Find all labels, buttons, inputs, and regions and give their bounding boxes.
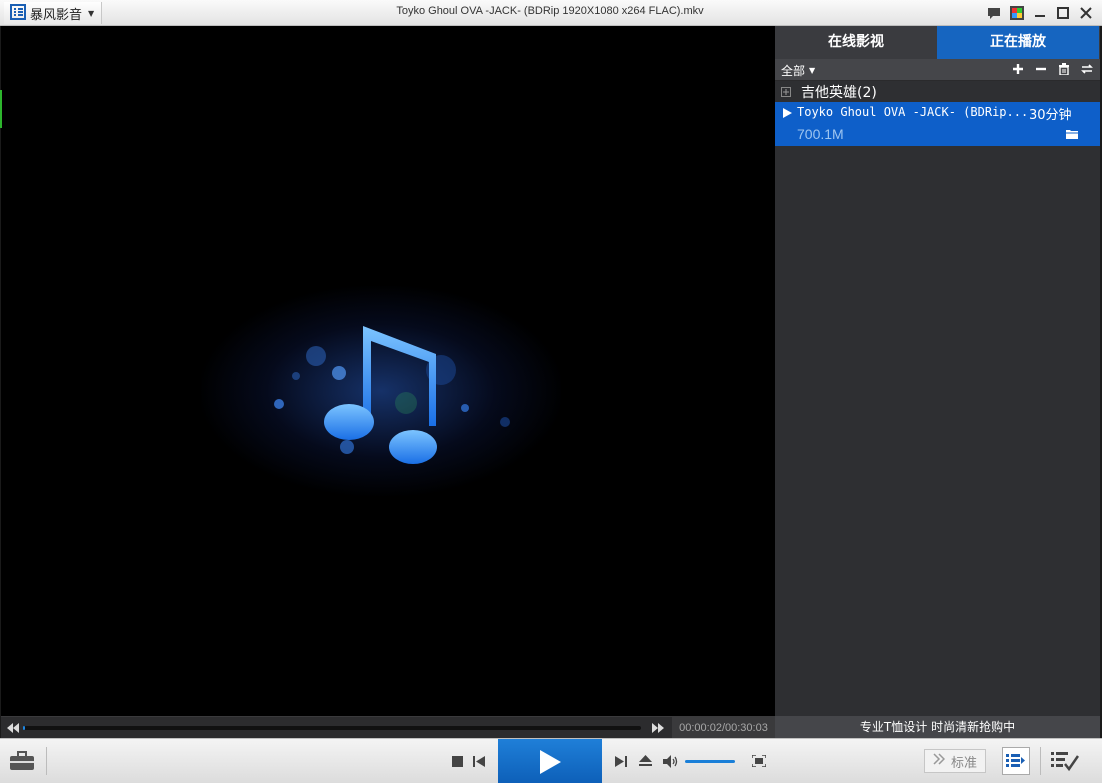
progress-track[interactable]: [23, 726, 641, 730]
control-bar: 标准: [0, 738, 1102, 783]
open-folder-icon[interactable]: [1065, 128, 1079, 140]
maximize-icon[interactable]: [1055, 5, 1071, 21]
video-display[interactable]: [1, 26, 775, 716]
edge-indicator: [0, 90, 2, 128]
play-button[interactable]: [498, 739, 602, 783]
music-note-icon: [274, 326, 510, 464]
filter-label: 全部: [781, 64, 806, 78]
close-icon[interactable]: [1078, 5, 1094, 21]
volume-icon[interactable]: [662, 753, 680, 769]
ad-banner[interactable]: 专业T恤设计 时尚清新抢购中: [775, 716, 1100, 738]
rewind-icon[interactable]: [6, 721, 20, 735]
divider: [46, 747, 47, 775]
playlist-panel: 在线影视 正在播放 全部 ▼ 吉他英雄(2) Toyko Ghoul OVA -…: [775, 26, 1100, 738]
app-logo-icon: [10, 3, 26, 23]
item-size: 700.1M: [797, 126, 844, 142]
trash-icon[interactable]: [1057, 61, 1071, 77]
now-playing-icon: [783, 108, 792, 118]
quality-label: 标准: [950, 755, 977, 771]
playlist-group[interactable]: 吉他英雄(2): [775, 82, 1100, 102]
next-icon[interactable]: [614, 754, 628, 768]
remove-icon[interactable]: [1034, 61, 1048, 77]
fullscreen-icon[interactable]: [751, 753, 767, 769]
expand-icon[interactable]: [781, 87, 791, 97]
tab-now-playing[interactable]: 正在播放: [937, 26, 1099, 59]
app-menu-button[interactable]: 暴风影音 ▼: [4, 2, 102, 24]
app-name: 暴风影音: [30, 7, 83, 23]
stop-icon[interactable]: [450, 754, 464, 768]
chevron-down-icon: ▼: [809, 66, 816, 75]
list-icon: [1006, 754, 1025, 767]
checklist-icon[interactable]: [1050, 748, 1080, 774]
chat-icon[interactable]: [986, 5, 1002, 21]
time-display: 00:00:02/00:30:03: [672, 717, 775, 739]
loop-mode-icon[interactable]: [1080, 61, 1094, 77]
seek-bar: 00:00:02/00:30:03: [1, 716, 775, 739]
add-icon[interactable]: [1011, 61, 1025, 77]
panel-tabs: 在线影视 正在播放: [775, 26, 1100, 59]
window-controls: [986, 5, 1094, 21]
group-label: 吉他英雄(2): [801, 85, 877, 101]
playlist-item-playing[interactable]: Toyko Ghoul OVA -JACK- (BDRip... 30分钟 70…: [775, 102, 1100, 146]
playlist-toggle-button[interactable]: [1002, 747, 1030, 775]
divider: [1040, 747, 1041, 775]
window-title: Toyko Ghoul OVA -JACK- (BDRip 1920X1080 …: [396, 5, 704, 17]
progress-fill: [23, 726, 25, 730]
toolbox-icon[interactable]: [8, 749, 36, 773]
quality-button[interactable]: 标准: [924, 749, 986, 773]
previous-icon[interactable]: [472, 754, 486, 768]
item-duration: 30分钟: [1029, 108, 1072, 123]
volume-slider[interactable]: [685, 760, 735, 763]
fast-forward-icon[interactable]: [651, 721, 665, 735]
title-bar: 暴风影音 ▼ Toyko Ghoul OVA -JACK- (BDRip 192…: [0, 0, 1102, 26]
chevron-down-icon: ▼: [88, 8, 95, 18]
skin-icon[interactable]: [1009, 5, 1025, 21]
tab-online-video[interactable]: 在线影视: [775, 26, 937, 59]
play-icon: [540, 749, 561, 774]
eject-icon[interactable]: [637, 753, 653, 769]
item-title: Toyko Ghoul OVA -JACK- (BDRip...: [797, 105, 1029, 119]
double-chevron-right-icon: [933, 753, 946, 769]
filter-dropdown[interactable]: 全部 ▼: [781, 62, 815, 79]
minimize-icon[interactable]: [1032, 5, 1048, 21]
playlist-toolbar: 全部 ▼: [775, 59, 1100, 81]
